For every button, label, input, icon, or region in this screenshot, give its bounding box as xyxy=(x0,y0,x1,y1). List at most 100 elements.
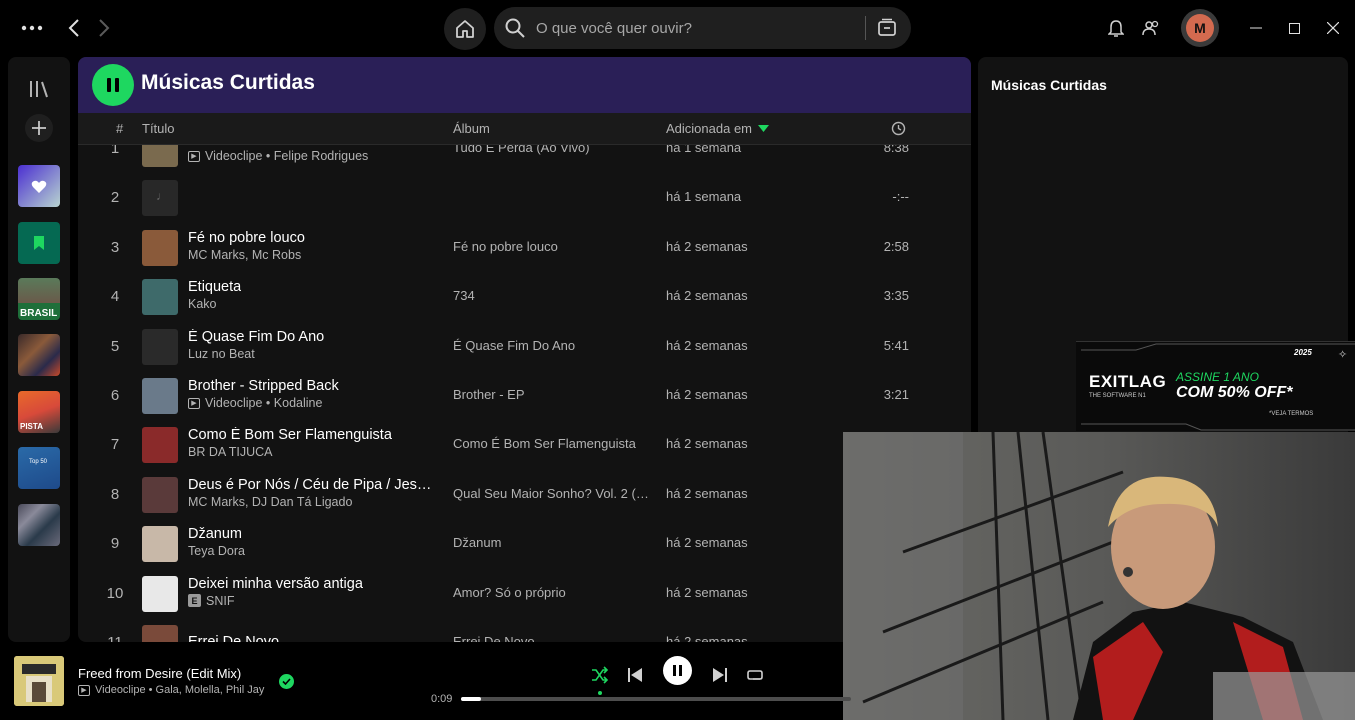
shuffle-button[interactable] xyxy=(586,661,614,689)
track-album[interactable]: Como É Bom Ser Flamenguista xyxy=(453,436,636,451)
track-number: 11 xyxy=(98,634,132,642)
track-cover xyxy=(142,625,178,642)
track-artist-text[interactable]: SNIF xyxy=(206,594,234,608)
track-album[interactable]: Amor? Só o próprio xyxy=(453,585,566,600)
next-button[interactable] xyxy=(706,661,734,689)
track-title[interactable]: Como É Bom Ser Flamenguista xyxy=(188,427,392,443)
track-title[interactable]: Etiqueta xyxy=(188,279,241,295)
column-added[interactable]: Adicionada em xyxy=(666,121,752,136)
track-row[interactable]: 6 Brother - Stripped Back ▶ Videoclipe • Ko… xyxy=(78,372,971,421)
close-window-icon[interactable] xyxy=(1321,16,1345,40)
shuffle-icon xyxy=(592,666,609,684)
track-album[interactable]: Qual Seu Maior Sonho? Vol. 2 (Ao Vivo) xyxy=(453,486,649,501)
track-title[interactable]: Errei De Novo xyxy=(188,634,279,642)
user-avatar[interactable]: M xyxy=(1181,9,1219,47)
track-added-date: há 2 semanas xyxy=(666,337,748,353)
track-artist[interactable]: MC Marks, DJ Dan Tá Ligado xyxy=(188,495,352,509)
playlist-tile-mix[interactable] xyxy=(18,334,60,376)
track-row[interactable]: 3 Fé no pobre louco MC Marks, Mc Robs Fé no… xyxy=(78,224,971,273)
track-title[interactable]: Deixei minha versão antiga xyxy=(188,576,363,592)
back-arrow-icon[interactable] xyxy=(62,14,86,42)
play-pause-button[interactable] xyxy=(92,64,134,106)
play-pause-button[interactable] xyxy=(663,656,692,685)
track-artist-text[interactable]: Teya Dora xyxy=(188,544,245,558)
track-artist[interactable]: ▶ Videoclipe • Kodaline xyxy=(188,396,322,410)
track-artist[interactable]: E SNIF xyxy=(188,594,234,608)
track-artist[interactable]: MC Marks, Mc Robs xyxy=(188,248,301,262)
previous-button[interactable] xyxy=(621,661,649,689)
track-artist-text[interactable]: Videoclipe • Felipe Rodrigues xyxy=(205,149,368,163)
now-playing-cover[interactable] xyxy=(14,656,64,706)
more-options-icon[interactable] xyxy=(18,14,46,42)
liked-check-icon[interactable] xyxy=(279,674,294,689)
column-title[interactable]: Título xyxy=(142,121,175,136)
track-artist[interactable]: Teya Dora xyxy=(188,544,245,558)
search-box[interactable] xyxy=(494,7,911,49)
playlist-tile-label: PISTA xyxy=(20,422,43,431)
track-cover: ♩ xyxy=(142,180,178,217)
repeat-button[interactable] xyxy=(741,661,769,689)
track-duration: 3:21 xyxy=(883,387,909,402)
now-playing-artist[interactable]: ▶ Videoclipe • Gala, Molella, Phil Jay xyxy=(78,684,264,696)
track-album[interactable]: Tudo É Perda (Ao Vivo) xyxy=(453,145,590,155)
saved-episodes-tile[interactable] xyxy=(18,222,60,264)
track-row[interactable]: 4 Etiqueta Kako 734 há 2 semanas 3:35 xyxy=(78,273,971,322)
track-artist-text[interactable]: MC Marks, Mc Robs xyxy=(188,248,301,262)
track-list: 1 Tudo É Perda - Ao Vivo ▶ Videoclipe • Fel… xyxy=(78,145,971,642)
track-title[interactable]: Tudo É Perda - Ao Vivo xyxy=(188,145,339,147)
track-album[interactable]: Fé no pobre louco xyxy=(453,239,558,254)
track-added-date: há 1 semana xyxy=(666,145,742,155)
track-title[interactable]: Brother - Stripped Back xyxy=(188,378,339,394)
player-bar: Freed from Desire (Edit Mix) ▶ Videoclip… xyxy=(0,650,851,720)
track-duration: -:-- xyxy=(892,189,909,205)
track-album[interactable]: Brother - EP xyxy=(453,387,525,402)
track-title[interactable]: É Quase Fim Do Ano xyxy=(188,329,324,345)
track-row[interactable]: 2 ♩ há 1 semana -:-- xyxy=(78,174,971,223)
track-artist[interactable]: BR DA TIJUCA xyxy=(188,445,273,459)
track-title[interactable]: Džanum xyxy=(188,526,242,542)
track-row[interactable]: 9 Džanum Teya Dora Džanum há 2 semanas xyxy=(78,520,971,569)
track-artist-text[interactable]: Luz no Beat xyxy=(188,347,255,361)
browse-icon[interactable] xyxy=(877,18,897,38)
track-artist-text[interactable]: BR DA TIJUCA xyxy=(188,445,273,459)
track-artist-text[interactable]: Videoclipe • Kodaline xyxy=(205,396,322,410)
track-title[interactable]: Deus é Por Nós / Céu de Pipa / Jesus Cho… xyxy=(188,477,433,493)
create-playlist-button[interactable] xyxy=(25,114,53,142)
progress-bar[interactable] xyxy=(461,697,851,701)
track-album[interactable]: Errei De Novo xyxy=(453,634,535,642)
track-row[interactable]: 1 Tudo É Perda - Ao Vivo ▶ Videoclipe • Fel… xyxy=(78,145,971,174)
track-artist-text[interactable]: Kako xyxy=(188,297,217,311)
track-artist[interactable]: Kako xyxy=(188,297,217,311)
friend-activity-icon[interactable] xyxy=(1139,16,1163,40)
track-row[interactable]: 5 É Quase Fim Do Ano Luz no Beat É Quase Fi… xyxy=(78,323,971,372)
track-cover xyxy=(142,476,178,513)
playlist-tile-brasil[interactable]: BRASIL xyxy=(18,278,60,320)
playlist-tile-pista[interactable]: PISTA xyxy=(18,391,60,433)
avatar-initial: M xyxy=(1186,14,1214,42)
now-playing-title[interactable]: Freed from Desire (Edit Mix) xyxy=(78,666,241,681)
home-button[interactable] xyxy=(444,8,486,50)
now-playing-artist-text[interactable]: Videoclipe • Gala, Molella, Phil Jay xyxy=(95,684,264,696)
maximize-window-icon[interactable] xyxy=(1282,16,1306,40)
track-title[interactable]: Fé no pobre louco xyxy=(188,230,305,246)
track-album[interactable]: É Quase Fim Do Ano xyxy=(453,338,575,353)
playlist-tile-grid[interactable] xyxy=(18,504,60,546)
track-artist[interactable]: Luz no Beat xyxy=(188,347,255,361)
playlist-tile-top50[interactable]: Top 50 xyxy=(18,447,60,489)
track-row[interactable]: 11 Errei De Novo Errei De Novo há 2 semanas xyxy=(78,619,971,642)
column-album[interactable]: Álbum xyxy=(453,121,490,136)
track-album[interactable]: 734 xyxy=(453,288,475,303)
minimize-window-icon[interactable] xyxy=(1244,16,1268,40)
track-artist[interactable]: ▶ Videoclipe • Felipe Rodrigues xyxy=(188,149,368,163)
library-icon[interactable] xyxy=(25,75,53,103)
track-artist-text[interactable]: MC Marks, DJ Dan Tá Ligado xyxy=(188,495,352,509)
track-row[interactable]: 10 Deixei minha versão antiga E SNIF Amor? S… xyxy=(78,570,971,619)
track-album[interactable]: Džanum xyxy=(453,535,501,550)
track-number: 1 xyxy=(110,145,120,157)
search-input[interactable] xyxy=(536,7,856,49)
track-row[interactable]: 8 Deus é Por Nós / Céu de Pipa / Jesus Ch… xyxy=(78,471,971,520)
track-row[interactable]: 7 Como É Bom Ser Flamenguista BR DA TIJUCA… xyxy=(78,421,971,470)
forward-arrow-icon[interactable] xyxy=(92,14,116,42)
liked-songs-tile[interactable] xyxy=(18,165,60,207)
notifications-bell-icon[interactable] xyxy=(1104,16,1128,40)
